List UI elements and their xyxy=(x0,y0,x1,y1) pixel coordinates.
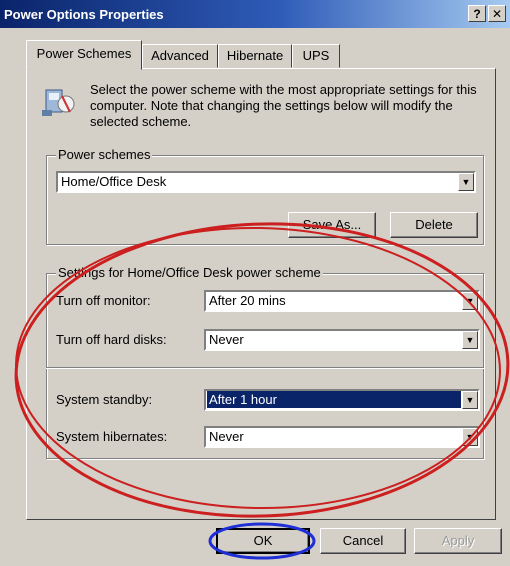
tab-power-schemes[interactable]: Power Schemes xyxy=(26,40,142,70)
turn-off-hard-disks-label: Turn off hard disks: xyxy=(56,332,167,347)
power-options-dialog: Power Options Properties ? ✕ Power Schem… xyxy=(0,0,510,566)
delete-button[interactable]: Delete xyxy=(390,212,478,238)
apply-button[interactable]: Apply xyxy=(414,528,502,554)
power-scheme-icon xyxy=(42,89,75,116)
title-bar: Power Options Properties ? ✕ xyxy=(0,0,510,28)
chevron-down-icon[interactable]: ▼ xyxy=(462,292,478,310)
system-standby-select[interactable]: After 1 hour ▼ xyxy=(204,389,480,411)
tab-hibernate[interactable]: Hibernate xyxy=(218,44,292,68)
settings-divider xyxy=(46,367,484,369)
turn-off-monitor-select[interactable]: After 20 mins ▼ xyxy=(204,290,480,312)
ok-button[interactable]: OK xyxy=(216,528,310,554)
system-hibernates-label: System hibernates: xyxy=(56,429,168,444)
settings-legend: Settings for Home/Office Desk power sche… xyxy=(56,265,323,280)
cancel-button[interactable]: Cancel xyxy=(320,528,406,554)
system-hibernates-select[interactable]: Never ▼ xyxy=(204,426,480,448)
turn-off-monitor-label: Turn off monitor: xyxy=(56,293,151,308)
power-scheme-value: Home/Office Desk xyxy=(61,174,167,189)
intro-description: Select the power scheme with the most ap… xyxy=(90,82,477,129)
power-scheme-select[interactable]: Home/Office Desk ▼ xyxy=(56,171,476,193)
turn-off-hard-disks-select[interactable]: Never ▼ xyxy=(204,329,480,351)
turn-off-hard-disks-value: Never xyxy=(209,332,244,347)
system-standby-label: System standby: xyxy=(56,392,153,407)
close-icon: ✕ xyxy=(491,7,503,21)
turn-off-monitor-value: After 20 mins xyxy=(209,293,286,308)
close-button[interactable]: ✕ xyxy=(488,5,506,22)
chevron-down-icon[interactable]: ▼ xyxy=(462,331,478,349)
power-schemes-legend: Power schemes xyxy=(56,147,153,162)
system-hibernates-value: Never xyxy=(209,429,244,444)
save-as-button[interactable]: Save As... xyxy=(288,212,376,238)
tab-advanced[interactable]: Advanced xyxy=(142,44,218,68)
window-title: Power Options Properties xyxy=(4,7,164,22)
chevron-down-icon[interactable]: ▼ xyxy=(462,391,478,409)
chevron-down-icon[interactable]: ▼ xyxy=(458,173,474,191)
tab-ups[interactable]: UPS xyxy=(292,44,340,68)
system-standby-value: After 1 hour xyxy=(207,391,461,408)
chevron-down-icon[interactable]: ▼ xyxy=(462,428,478,446)
help-button[interactable]: ? xyxy=(468,5,486,22)
